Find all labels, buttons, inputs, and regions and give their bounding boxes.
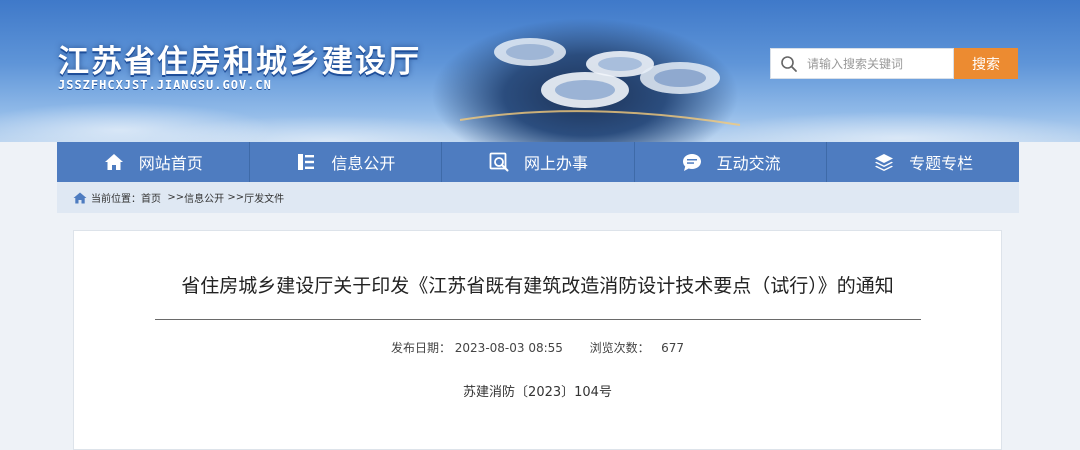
site-header: 江苏省住房和城乡建设厅 JSSZFHCXJST.JIANGSU.GOV.CN 搜… xyxy=(0,0,1080,142)
nav-item-label: 信息公开 xyxy=(331,154,396,173)
document-number: 苏建消防〔2023〕104号 xyxy=(463,385,612,400)
breadcrumb-home-icon xyxy=(73,192,87,204)
nav-item-interaction[interactable]: 互动交流 xyxy=(635,142,828,182)
breadcrumb-prefix: 当前位置： xyxy=(91,194,141,205)
site-title: 江苏省住房和城乡建设厅 xyxy=(58,44,421,80)
title-divider xyxy=(155,319,921,320)
publish-date-label: 发布日期： xyxy=(390,341,451,355)
meta-gap xyxy=(567,341,586,355)
view-count-label: 浏览次数： xyxy=(589,341,650,355)
article-title: 省住房城乡建设厅关于印发《江苏省既有建筑改造消防设计技术要点（试行）》的通知 xyxy=(181,275,894,297)
search-button[interactable]: 搜索 xyxy=(954,48,1018,79)
main-nav: 网站首页 信息公开 网上办事 互动交流 专题专栏 xyxy=(57,142,1019,182)
nav-item-label: 网上办事 xyxy=(523,154,588,173)
home-icon xyxy=(103,151,125,173)
layers-icon xyxy=(873,151,895,173)
breadcrumb: 当前位置： 首页 >> 信息公开 >> 厅发文件 xyxy=(57,182,1019,213)
breadcrumb-link-info-disclosure[interactable]: 信息公开 xyxy=(184,190,224,205)
breadcrumb-separator: >> xyxy=(227,192,245,203)
article-panel: 省住房城乡建设厅关于印发《江苏省既有建筑改造消防设计技术要点（试行）》的通知 发… xyxy=(73,230,1002,450)
search-input[interactable] xyxy=(807,49,947,78)
nav-item-label: 网站首页 xyxy=(138,154,203,173)
site-url: JSSZFHCXJST.JIANGSU.GOV.CN xyxy=(58,78,272,92)
document-list-icon xyxy=(295,151,317,173)
breadcrumb-link-home[interactable]: 首页 xyxy=(141,190,161,205)
nav-item-home[interactable]: 网站首页 xyxy=(57,142,250,182)
nav-item-info-disclosure[interactable]: 信息公开 xyxy=(250,142,443,182)
meta-gap xyxy=(654,341,658,355)
search-box xyxy=(770,48,954,79)
view-count: 677 xyxy=(661,341,685,355)
header-background-stadium xyxy=(420,0,750,142)
search-icon xyxy=(771,48,807,79)
nav-item-special-topics[interactable]: 专题专栏 xyxy=(827,142,1019,182)
stadium-illustration xyxy=(459,38,741,126)
breadcrumb-separator: >> xyxy=(167,192,185,203)
publish-date: 2023-08-03 08:55 xyxy=(454,341,563,355)
online-service-icon xyxy=(488,151,510,173)
nav-item-online-service[interactable]: 网上办事 xyxy=(442,142,635,182)
article-meta: 发布日期： 2023-08-03 08:55 浏览次数： 677 xyxy=(74,339,1001,356)
nav-item-label: 专题专栏 xyxy=(909,154,974,173)
chat-bubble-icon xyxy=(681,151,703,173)
nav-item-label: 互动交流 xyxy=(716,154,781,173)
breadcrumb-link-department-documents[interactable]: 厅发文件 xyxy=(244,190,284,205)
